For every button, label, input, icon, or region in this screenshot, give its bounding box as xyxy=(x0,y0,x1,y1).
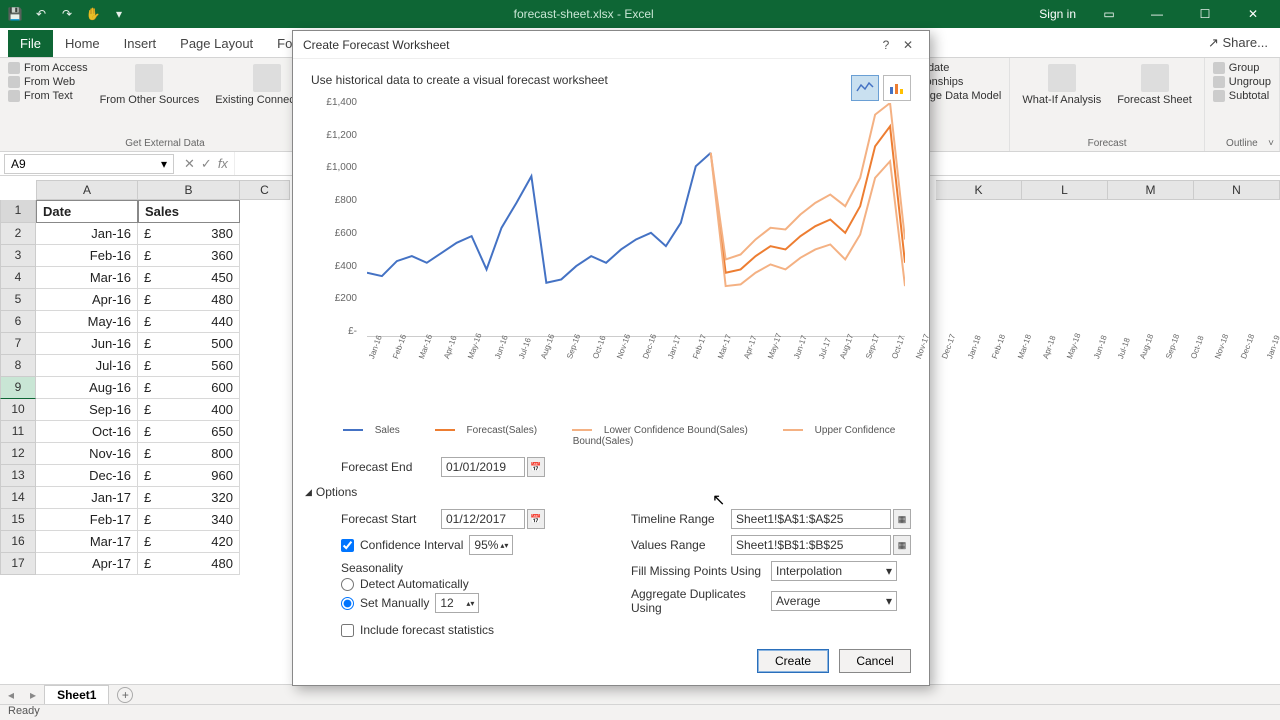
col-B[interactable]: B xyxy=(138,180,240,200)
include-stats-checkbox[interactable] xyxy=(341,624,354,637)
dialog-description: Use historical data to create a visual f… xyxy=(311,73,911,87)
dialog-title: Create Forecast Worksheet xyxy=(303,38,875,52)
forecast-end-input[interactable]: 01/01/2019 xyxy=(441,457,525,477)
group-button[interactable]: Group xyxy=(1213,62,1271,74)
from-other-sources-button[interactable]: From Other Sources xyxy=(96,62,204,136)
cell: Date xyxy=(36,200,138,223)
status-bar: Ready xyxy=(0,704,1280,720)
from-access-button[interactable]: From Access xyxy=(8,62,88,74)
values-range-input[interactable]: Sheet1!$B$1:$B$25 xyxy=(731,535,891,555)
options-toggle[interactable]: ◢ Options xyxy=(305,485,911,499)
create-button[interactable]: Create xyxy=(757,649,829,673)
include-stats-label: Include forecast statistics xyxy=(360,623,494,637)
sheet-nav-prev-icon[interactable]: ◂ xyxy=(0,688,22,702)
date-picker-icon[interactable]: 📅 xyxy=(527,509,545,529)
fill-missing-label: Fill Missing Points Using xyxy=(631,564,771,578)
touch-icon[interactable]: ✋ xyxy=(84,5,102,23)
ungroup-button[interactable]: Ungroup xyxy=(1213,76,1271,88)
forecast-dialog: Create Forecast Worksheet ? ✕ Use histor… xyxy=(292,30,930,686)
col-M[interactable]: M xyxy=(1108,180,1194,200)
name-box[interactable]: A9▾ xyxy=(4,154,174,174)
cancel-button[interactable]: Cancel xyxy=(839,649,911,673)
chevron-down-icon[interactable]: ▾ xyxy=(161,157,167,171)
range-picker-icon[interactable]: ▦ xyxy=(893,535,911,555)
ribbon-options-icon[interactable]: ▭ xyxy=(1094,7,1124,21)
forecast-end-label: Forecast End xyxy=(341,460,441,474)
add-sheet-icon[interactable]: + xyxy=(117,687,133,703)
dialog-close-icon[interactable]: ✕ xyxy=(897,38,919,52)
whatif-button[interactable]: What-If Analysis xyxy=(1018,62,1105,136)
tab-pagelayout[interactable]: Page Layout xyxy=(168,30,265,57)
group-forecast-label: Forecast xyxy=(1018,136,1195,149)
enter-formula-icon[interactable]: ✓ xyxy=(201,156,212,172)
undo-icon[interactable]: ↶ xyxy=(32,5,50,23)
redo-icon[interactable]: ↷ xyxy=(58,5,76,23)
timeline-range-input[interactable]: Sheet1!$A$1:$A$25 xyxy=(731,509,891,529)
signin-link[interactable]: Sign in xyxy=(1039,7,1076,21)
values-range-label: Values Range xyxy=(631,538,731,552)
forecast-sheet-button[interactable]: Forecast Sheet xyxy=(1113,62,1196,136)
tab-insert[interactable]: Insert xyxy=(112,30,169,57)
cancel-formula-icon[interactable]: ✕ xyxy=(184,156,195,172)
close-window-icon[interactable]: ✕ xyxy=(1238,7,1268,21)
fx-icon[interactable]: fx xyxy=(218,156,228,172)
date-picker-icon[interactable]: 📅 xyxy=(527,457,545,477)
titlebar: 💾 ↶ ↷ ✋ ▾ forecast-sheet.xlsx - Excel Si… xyxy=(0,0,1280,28)
minimize-icon[interactable]: — xyxy=(1142,7,1172,21)
range-picker-icon[interactable]: ▦ xyxy=(893,509,911,529)
dialog-help-icon[interactable]: ? xyxy=(875,38,897,52)
subtotal-button[interactable]: Subtotal xyxy=(1213,90,1271,102)
window-title: forecast-sheet.xlsx - Excel xyxy=(128,7,1039,21)
seasonality-spinner[interactable]: 12▴▾ xyxy=(435,593,479,613)
from-web-button[interactable]: From Web xyxy=(8,76,88,88)
save-icon[interactable]: 💾 xyxy=(6,5,24,23)
col-L[interactable]: L xyxy=(1022,180,1108,200)
forecast-chart: £1,400£1,200£1,000£800£600£400£200£- Jan… xyxy=(311,97,911,387)
sheet-tab[interactable]: Sheet1 xyxy=(44,685,109,704)
confidence-spinner[interactable]: 95%▴▾ xyxy=(469,535,513,555)
group-getdata-label: Get External Data xyxy=(8,136,322,149)
forecast-start-input[interactable]: 01/12/2017 xyxy=(441,509,525,529)
qat-more-icon[interactable]: ▾ xyxy=(110,5,128,23)
sheet-tabs: ◂ ▸ Sheet1 + xyxy=(0,684,1280,704)
collapse-ribbon-icon[interactable]: ˅ xyxy=(1268,138,1274,149)
maximize-icon[interactable]: ☐ xyxy=(1190,7,1220,21)
from-text-button[interactable]: From Text xyxy=(8,90,88,102)
sheet-nav-next-icon[interactable]: ▸ xyxy=(22,688,44,702)
collapse-triangle-icon: ◢ xyxy=(305,487,312,498)
forecast-start-label: Forecast Start xyxy=(341,512,441,526)
col-N[interactable]: N xyxy=(1194,180,1280,200)
col-C[interactable]: C xyxy=(240,180,290,200)
group-outline-label: Outline xyxy=(1213,136,1271,149)
tab-home[interactable]: Home xyxy=(53,30,112,57)
set-manually-radio[interactable] xyxy=(341,597,354,610)
share-button[interactable]: ↗ Share... xyxy=(1196,29,1280,57)
chart-legend: Sales Forecast(Sales) Lower Confidence B… xyxy=(311,425,911,447)
aggregate-label: Aggregate Duplicates Using xyxy=(631,587,771,615)
fill-missing-select[interactable]: Interpolation▾ xyxy=(771,561,897,581)
col-A[interactable]: A xyxy=(36,180,138,200)
confidence-label: Confidence Interval xyxy=(360,538,463,552)
col-K[interactable]: K xyxy=(936,180,1022,200)
cell: Sales xyxy=(138,200,240,223)
aggregate-select[interactable]: Average▾ xyxy=(771,591,897,611)
timeline-range-label: Timeline Range xyxy=(631,512,731,526)
detect-auto-radio[interactable] xyxy=(341,578,354,591)
tab-file[interactable]: File xyxy=(8,30,53,57)
confidence-checkbox[interactable] xyxy=(341,539,354,552)
seasonality-label: Seasonality xyxy=(341,561,593,575)
